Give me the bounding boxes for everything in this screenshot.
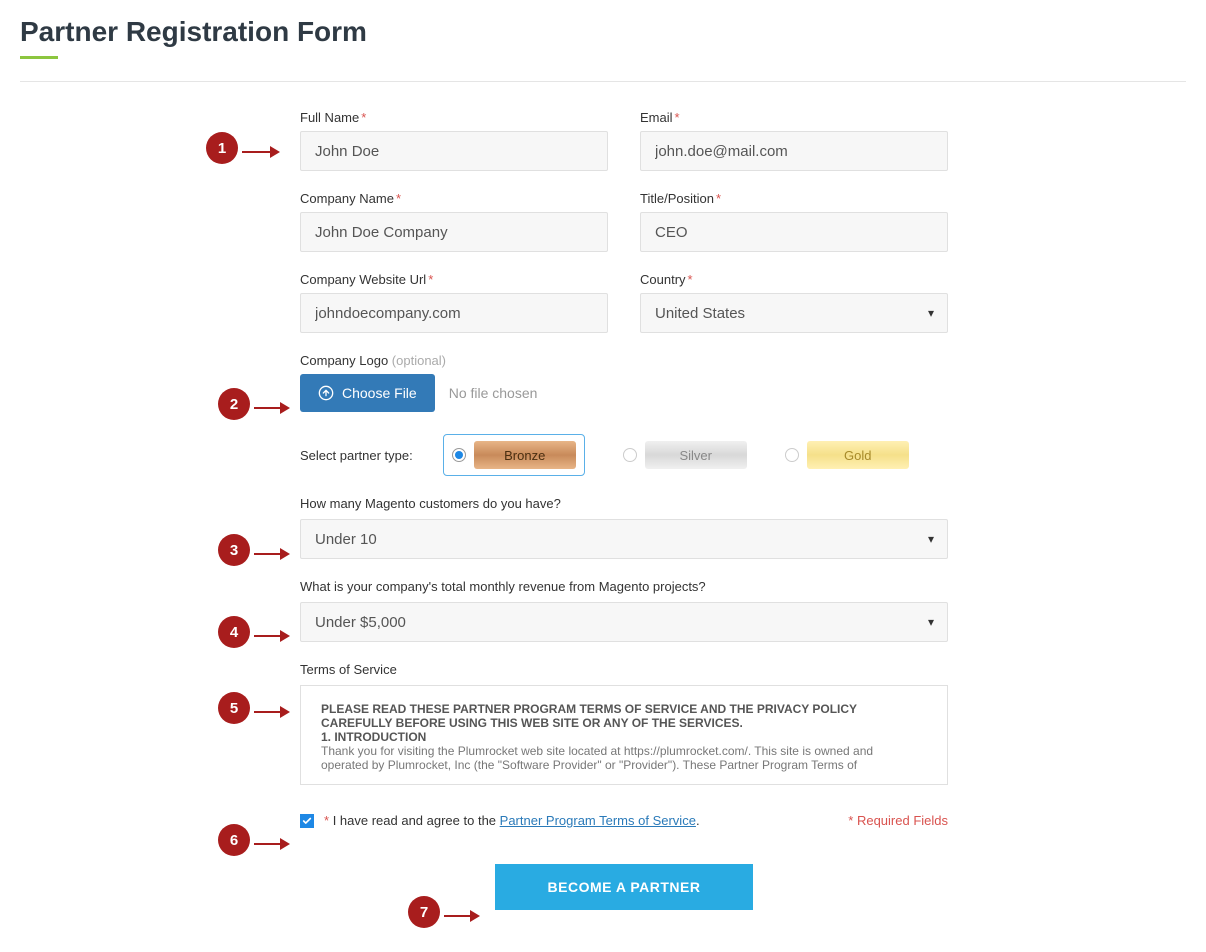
tos-line3: Thank you for visiting the Plumrocket we… — [321, 744, 919, 772]
partner-type-bronze[interactable]: Bronze — [443, 434, 585, 476]
agree-text: * I have read and agree to the Partner P… — [322, 813, 700, 828]
tos-line2: 1. INTRODUCTION — [321, 730, 426, 744]
revenue-label: What is your company's total monthly rev… — [300, 579, 948, 594]
annotation-1: 1 — [206, 132, 238, 164]
fullname-label: Full Name* — [300, 110, 608, 125]
revenue-select[interactable]: Under $5,000 — [300, 602, 948, 642]
annotation-2: 2 — [218, 388, 250, 420]
tos-box[interactable]: PLEASE READ THESE PARTNER PROGRAM TERMS … — [300, 685, 948, 785]
annotation-6: 6 — [218, 824, 250, 856]
annotation-5: 5 — [218, 692, 250, 724]
annotation-4: 4 — [218, 616, 250, 648]
radio-bronze[interactable] — [452, 448, 466, 462]
email-label: Email* — [640, 110, 948, 125]
required-fields-note: * Required Fields — [848, 813, 948, 828]
title-label: Title/Position* — [640, 191, 948, 206]
partner-type-row: Select partner type: Bronze Silver Gold — [300, 434, 948, 476]
radio-gold[interactable] — [785, 448, 799, 462]
submit-button[interactable]: BECOME A PARTNER — [495, 864, 753, 910]
country-select[interactable]: United States — [640, 293, 948, 333]
customers-select[interactable]: Under 10 — [300, 519, 948, 559]
partner-type-gold[interactable]: Gold — [785, 441, 909, 469]
tos-label: Terms of Service — [300, 662, 948, 677]
radio-silver[interactable] — [623, 448, 637, 462]
page-title: Partner Registration Form — [20, 16, 1186, 48]
partner-type-label: Select partner type: — [300, 448, 413, 463]
company-label: Company Name* — [300, 191, 608, 206]
annotation-3: 3 — [218, 534, 250, 566]
title-underline — [20, 56, 58, 59]
title-input[interactable] — [640, 212, 948, 252]
choose-file-button[interactable]: Choose File — [300, 374, 435, 412]
partner-type-silver[interactable]: Silver — [623, 441, 747, 469]
form-area: Full Name* Email* Company Name* Title/Po… — [20, 110, 1186, 910]
website-input[interactable] — [300, 293, 608, 333]
fullname-input[interactable] — [300, 131, 608, 171]
logo-label: Company Logo (optional) — [300, 353, 948, 368]
agree-checkbox[interactable] — [300, 814, 314, 828]
company-input[interactable] — [300, 212, 608, 252]
tos-line1: PLEASE READ THESE PARTNER PROGRAM TERMS … — [321, 702, 857, 730]
website-label: Company Website Url* — [300, 272, 608, 287]
customers-label: How many Magento customers do you have? — [300, 496, 948, 511]
no-file-text: No file chosen — [449, 385, 538, 401]
divider — [20, 81, 1186, 82]
check-icon — [302, 816, 312, 826]
tos-link[interactable]: Partner Program Terms of Service — [500, 813, 696, 828]
email-input[interactable] — [640, 131, 948, 171]
upload-icon — [318, 385, 334, 401]
country-label: Country* — [640, 272, 948, 287]
